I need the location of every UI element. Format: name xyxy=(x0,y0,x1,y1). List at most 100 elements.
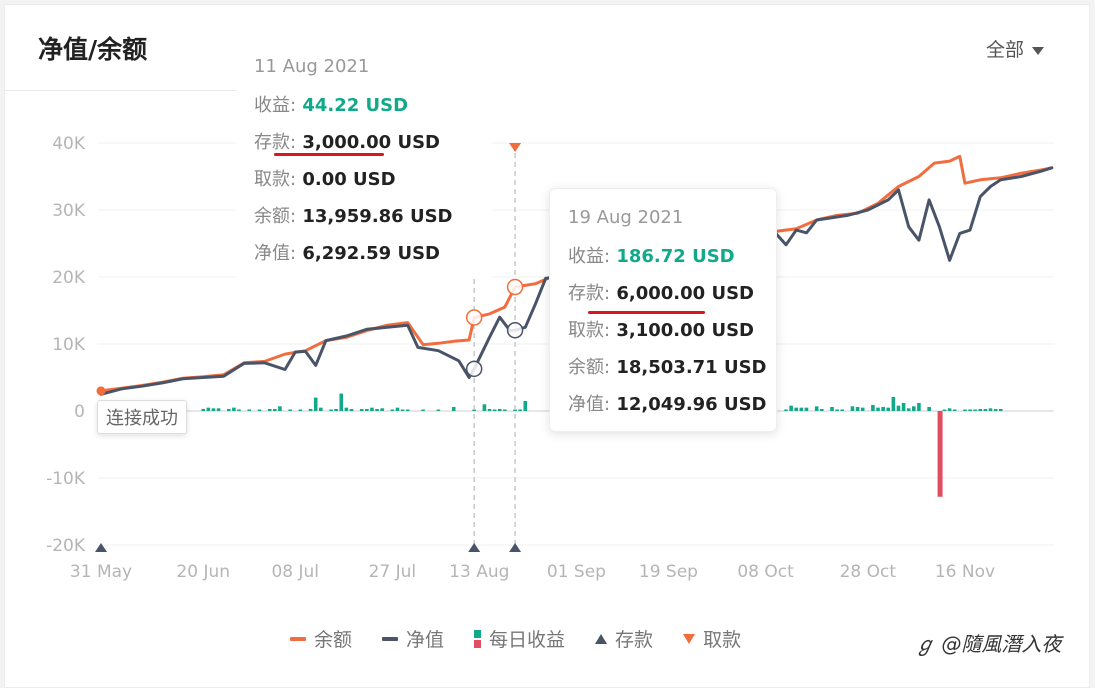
daily-profit-bar xyxy=(257,409,262,411)
daily-profit-bar xyxy=(840,409,845,411)
daily-profit-bar xyxy=(313,397,318,411)
daily-profit-bar xyxy=(973,409,977,411)
daily-profit-bar xyxy=(206,407,211,411)
x-tick-label: 16 Nov xyxy=(935,562,995,582)
daily-profit-bar xyxy=(232,407,236,411)
daily-profit-bar xyxy=(891,396,896,411)
deposit-marker xyxy=(509,543,522,552)
daily-profit-bar xyxy=(906,408,911,411)
legend-item-withdrawal[interactable]: 取款 xyxy=(683,625,741,652)
legend-line-icon xyxy=(290,636,306,641)
x-tick-label: 20 Jun xyxy=(176,562,230,582)
deposit-marker xyxy=(468,543,481,552)
y-tick-label: 10K xyxy=(52,335,86,355)
withdrawal-marker xyxy=(509,143,522,152)
deposit-marker xyxy=(95,543,107,552)
daily-profit-bar xyxy=(288,409,292,411)
daily-profit-bar xyxy=(789,405,793,411)
legend-line-icon xyxy=(382,636,399,641)
daily-profit-bar xyxy=(344,407,349,411)
highlight-point xyxy=(465,360,483,378)
tooltip-19-aug: 19 Aug 2021 收益: 186.72 USD 存款: 6,000.00 … xyxy=(549,188,777,432)
daily-profit-bar xyxy=(267,408,272,411)
daily-profit-bar xyxy=(917,402,921,411)
x-tick-label: 08 Jul xyxy=(271,562,319,582)
daily-profit-bar xyxy=(492,409,497,411)
y-axis: 40K 30K 20K 10K 0 -10K -20K xyxy=(46,134,86,556)
daily-profit-bar xyxy=(227,408,231,411)
daily-profit-bar xyxy=(380,408,384,411)
y-tick-label: 0 xyxy=(74,402,85,422)
x-tick-label: 08 Oct xyxy=(737,562,794,582)
daily-profit-bar xyxy=(876,407,880,411)
x-tick-label: 27 Jul xyxy=(369,562,417,582)
connection-status-toast: 连接成功 xyxy=(97,400,187,434)
daily-profit-bar xyxy=(988,408,993,411)
daily-profit-bar xyxy=(339,393,344,411)
daily-profit-bar xyxy=(273,408,277,411)
tooltip-row-balance: 余额: 13,959.86 USD xyxy=(254,206,453,227)
daily-profit-bar xyxy=(912,406,916,411)
daily-profit-bar xyxy=(216,408,221,411)
daily-profit-bar xyxy=(319,407,323,411)
daily-profit-bar xyxy=(211,408,216,411)
daily-profit-bar xyxy=(365,408,369,411)
daily-profit-bar xyxy=(349,408,354,411)
daily-profit-bar xyxy=(523,400,528,411)
daily-profit-bar xyxy=(298,409,303,411)
daily-profit-bar xyxy=(518,409,522,411)
daily-profit-bar xyxy=(937,411,943,497)
daily-profit-bar xyxy=(487,408,492,411)
daily-profit-bar xyxy=(375,408,379,411)
daily-profit-bar xyxy=(983,408,988,411)
tooltip-row-withdrawal: 取款: 0.00 USD xyxy=(254,169,396,190)
daily-profit-bar xyxy=(405,409,410,411)
tooltip-date: 11 Aug 2021 xyxy=(254,56,370,77)
legend-item-equity[interactable]: 净值 xyxy=(382,625,444,652)
daily-profit-bar xyxy=(247,409,252,411)
daily-profit-bar xyxy=(395,407,400,411)
daily-profit-bar xyxy=(819,408,824,411)
chart-legend: 余额 净值 每日收益 存款 取款 xyxy=(290,625,741,652)
equity-balance-chart[interactable]: 40K 30K 20K 10K 0 -10K -20K 31 May 20 Jun 08 Jul… xyxy=(0,0,1095,686)
highlight-point xyxy=(506,278,524,296)
daily-profit-bar xyxy=(359,408,364,411)
tooltip-date: 19 Aug 2021 xyxy=(568,207,684,228)
daily-profit-bar xyxy=(947,408,952,411)
daily-profit-bar xyxy=(421,409,425,411)
tooltip-row-deposit: 存款: 6,000.00 USD xyxy=(568,283,754,304)
daily-profit-bar xyxy=(503,409,507,411)
y-tick-label: -10K xyxy=(46,469,86,489)
red-annotation-underline xyxy=(588,311,705,314)
daily-profit-bar xyxy=(482,404,487,411)
y-tick-label: 40K xyxy=(52,134,86,154)
daily-profit-bar xyxy=(334,408,338,411)
tooltip-row-withdrawal: 取款: 3,100.00 USD xyxy=(568,320,754,341)
daily-profit-bar xyxy=(871,404,875,411)
legend-bar-icon xyxy=(474,629,482,648)
daily-profit-bar xyxy=(850,406,855,411)
x-axis: 31 May 20 Jun 08 Jul 27 Jul 13 Aug 01 Sep 19 S… xyxy=(70,562,995,582)
daily-profit-bar xyxy=(952,409,957,411)
tooltip-row-profit: 收益: 186.72 USD xyxy=(568,246,735,267)
x-tick-label: 19 Sep xyxy=(639,562,698,582)
x-tick-label: 31 May xyxy=(70,562,132,582)
daily-profit-bar xyxy=(978,408,983,411)
daily-profit-bar xyxy=(794,407,799,411)
daily-profit-bar xyxy=(942,409,947,411)
legend-item-balance[interactable]: 余额 xyxy=(290,625,352,652)
triangle-up-icon xyxy=(595,633,608,644)
daily-profit-bar xyxy=(901,402,906,411)
y-tick-label: 20K xyxy=(52,268,86,288)
daily-profit-bar xyxy=(855,406,860,411)
daily-profit-bar xyxy=(963,409,967,411)
daily-profit-bar xyxy=(201,408,206,411)
daily-profit-bar xyxy=(896,405,901,411)
tooltip-row-profit: 收益: 44.22 USD xyxy=(254,95,409,116)
legend-item-daily-profit[interactable]: 每日收益 xyxy=(474,625,565,652)
daily-profit-bar xyxy=(370,407,374,411)
highlight-point xyxy=(506,322,524,339)
series-start-point xyxy=(96,386,106,396)
daily-profit-bar xyxy=(860,407,865,411)
legend-item-deposit[interactable]: 存款 xyxy=(595,625,653,652)
